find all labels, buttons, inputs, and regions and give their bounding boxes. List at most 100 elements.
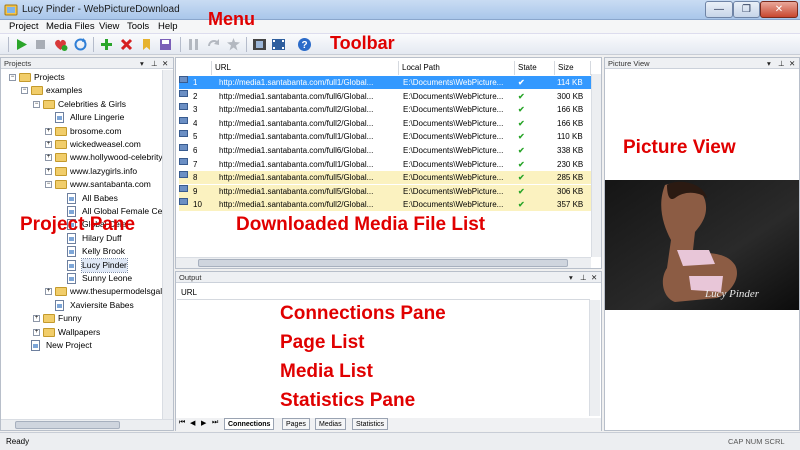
- previous-page-icon[interactable]: ◀: [190, 419, 195, 427]
- collapse-icon[interactable]: −: [21, 87, 28, 95]
- settings-icon[interactable]: [226, 37, 241, 52]
- table-row[interactable]: 8 http://media1.santabanta.com/full5/Glob…: [179, 171, 601, 185]
- pause-icon[interactable]: [186, 37, 201, 52]
- cell-num: 2: [193, 91, 198, 101]
- output-tab-strip: ⏮ ◀ ▶ ⏭ Connections Pages Medias Statist…: [176, 418, 601, 431]
- add-favorite-icon[interactable]: [53, 37, 68, 52]
- cell-size: 338 KB: [557, 146, 584, 155]
- expand-icon[interactable]: +: [33, 315, 40, 323]
- tree-item-label: Funny: [58, 313, 82, 324]
- tree-item[interactable]: + brosome.com: [1, 125, 161, 138]
- tab-statistics[interactable]: Statistics: [352, 418, 389, 430]
- tree-item[interactable]: Allure Lingerie: [1, 111, 161, 124]
- completed-check-icon: ✔: [518, 91, 525, 101]
- bookmark-icon[interactable]: [139, 37, 154, 52]
- expand-icon[interactable]: +: [45, 127, 52, 135]
- table-row[interactable]: 9 http://media1.santabanta.com/full5/Glob…: [179, 184, 601, 198]
- collapse-icon[interactable]: −: [45, 181, 52, 189]
- scroll-thumb[interactable]: [198, 259, 568, 267]
- collapse-icon[interactable]: −: [33, 100, 40, 108]
- refresh-icon[interactable]: [73, 37, 88, 52]
- next-page-icon[interactable]: ▶: [201, 419, 206, 427]
- video-icon[interactable]: [271, 37, 286, 52]
- table-row[interactable]: 6 http://media1.santabanta.com/full6/Glob…: [179, 144, 601, 157]
- project-vertical-scrollbar[interactable]: [162, 70, 173, 420]
- menu-media-files[interactable]: Media Files: [46, 21, 95, 32]
- close-icon[interactable]: ✕: [591, 272, 597, 283]
- close-button[interactable]: ✕: [760, 1, 798, 18]
- pin-icon[interactable]: ⊥: [778, 58, 785, 69]
- tree-item[interactable]: Xaviersite Babes: [1, 299, 161, 312]
- minimize-button[interactable]: —: [705, 1, 733, 18]
- add-icon[interactable]: [99, 37, 114, 52]
- media-vertical-scrollbar[interactable]: [591, 74, 601, 257]
- film-icon[interactable]: [252, 37, 267, 52]
- dropdown-icon[interactable]: ▾: [140, 58, 144, 69]
- tree-item[interactable]: − examples: [1, 84, 161, 97]
- tree-item[interactable]: − www.santabanta.com: [1, 178, 161, 191]
- tree-item[interactable]: + Funny: [1, 312, 161, 325]
- last-page-icon[interactable]: ⏭: [212, 419, 218, 427]
- tree-item[interactable]: + Wallpapers: [1, 326, 161, 339]
- column-header-state[interactable]: State: [515, 61, 555, 75]
- tab-pages[interactable]: Pages: [282, 418, 310, 430]
- menu-help[interactable]: Help: [158, 21, 178, 32]
- tree-item[interactable]: − Projects: [1, 71, 161, 84]
- tree-item[interactable]: Sunny Leone: [1, 272, 161, 285]
- redo-icon[interactable]: [206, 37, 221, 52]
- column-header-size[interactable]: Size: [555, 61, 591, 75]
- menu-tools[interactable]: Tools: [127, 21, 149, 32]
- expand-icon[interactable]: +: [45, 154, 52, 162]
- tree-item[interactable]: Kelly Brook: [1, 245, 161, 258]
- media-horizontal-scrollbar[interactable]: [176, 257, 591, 268]
- tree-item[interactable]: + wickedweasel.com: [1, 138, 161, 151]
- table-row[interactable]: 10 http://media1.santabanta.com/full2/Glo…: [179, 198, 601, 212]
- table-row[interactable]: 5 http://media1.santabanta.com/full1/Glob…: [179, 130, 601, 143]
- tree-item[interactable]: + www.thesupermodelsgalle: [1, 285, 169, 298]
- table-row[interactable]: 2 http://media1.santabanta.com/full6/Glob…: [179, 89, 601, 103]
- expand-icon[interactable]: +: [45, 141, 52, 148]
- close-icon[interactable]: ✕: [162, 58, 168, 69]
- close-icon[interactable]: ✕: [789, 58, 795, 69]
- tree-item[interactable]: Lucy Pinder: [1, 257, 161, 273]
- maximize-button[interactable]: ❐: [733, 1, 760, 18]
- tree-item[interactable]: + www.lazygirls.info: [1, 165, 161, 178]
- cell-num: 3: [193, 105, 198, 115]
- stop-icon[interactable]: [33, 37, 48, 52]
- tree-item[interactable]: − Celebrities & Girls: [1, 98, 161, 111]
- dropdown-icon[interactable]: ▾: [767, 58, 771, 69]
- tree-item[interactable]: All Babes: [1, 192, 161, 205]
- menu-project[interactable]: Project: [9, 21, 39, 32]
- window-title: Lucy Pinder - WebPictureDownload: [22, 4, 180, 15]
- tree-item[interactable]: + www.hollywood-celebrity-: [1, 151, 165, 164]
- output-column-header-url[interactable]: URL: [177, 285, 590, 300]
- pin-icon[interactable]: ⊥: [580, 272, 587, 283]
- table-row[interactable]: 3 http://media1.santabanta.com/full2/Glob…: [179, 103, 601, 116]
- scroll-thumb[interactable]: [15, 421, 120, 429]
- delete-icon[interactable]: [119, 37, 134, 52]
- expand-icon[interactable]: +: [33, 328, 40, 336]
- column-header-num[interactable]: [177, 61, 212, 75]
- tab-medias[interactable]: Medias: [315, 418, 346, 430]
- tab-connections[interactable]: Connections: [224, 418, 275, 430]
- table-row[interactable]: 1 http://media1.santabanta.com/full1/Glob…: [179, 76, 601, 89]
- start-icon[interactable]: [14, 37, 29, 52]
- column-header-local-path[interactable]: Local Path: [399, 61, 515, 75]
- collapse-icon[interactable]: −: [9, 74, 16, 81]
- pin-icon[interactable]: ⊥: [151, 58, 158, 69]
- project-horizontal-scrollbar[interactable]: [1, 419, 173, 430]
- preview-image[interactable]: [605, 180, 799, 310]
- table-row[interactable]: 7 http://media1.santabanta.com/full1/Glob…: [179, 157, 601, 171]
- first-page-icon[interactable]: ⏮: [179, 419, 185, 427]
- table-row[interactable]: 4 http://media1.santabanta.com/full2/Glob…: [179, 116, 601, 130]
- save-icon[interactable]: [158, 37, 173, 52]
- dropdown-icon[interactable]: ▾: [569, 272, 573, 283]
- menu-view[interactable]: View: [99, 21, 119, 32]
- tree-item[interactable]: New Project: [1, 339, 161, 352]
- help-icon[interactable]: ?: [297, 37, 312, 52]
- completed-check-icon: ✔: [518, 132, 525, 142]
- output-vertical-scrollbar[interactable]: [589, 300, 600, 416]
- column-header-url[interactable]: URL: [212, 61, 399, 75]
- expand-icon[interactable]: +: [45, 288, 52, 296]
- expand-icon[interactable]: +: [45, 167, 52, 175]
